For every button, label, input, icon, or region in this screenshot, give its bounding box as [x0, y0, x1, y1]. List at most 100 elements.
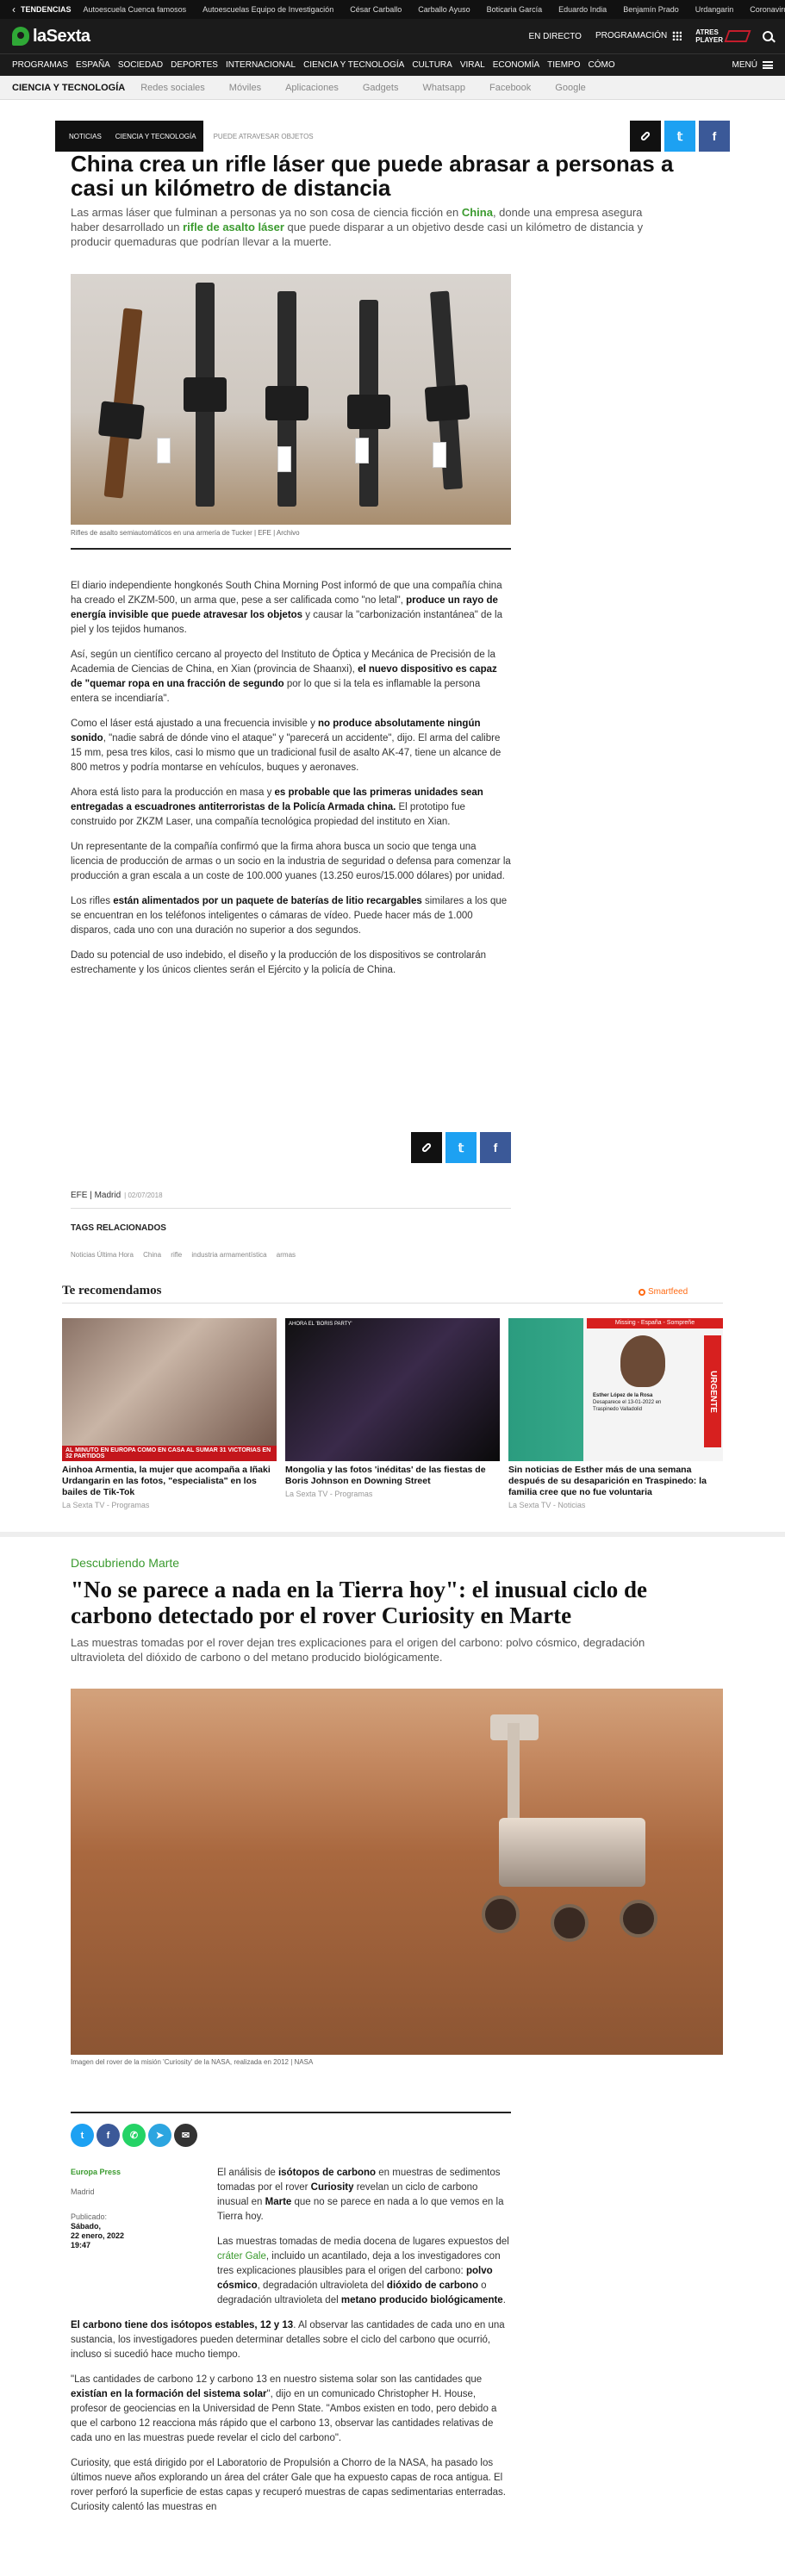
poster-header: Missing - España - Sompreñe — [587, 1318, 723, 1328]
section-item[interactable]: Gadgets — [363, 83, 399, 93]
trending-item[interactable]: César Carballo — [350, 5, 402, 14]
rover-wheel — [620, 1900, 657, 1938]
article-title: "No se parece a nada en la Tierra hoy": … — [71, 1577, 647, 1628]
twitter-share-button[interactable]: 𝕥 — [445, 1132, 477, 1163]
email-share-button[interactable]: ✉ — [174, 2124, 197, 2147]
paragraph: Así, según un científico cercano al proy… — [71, 650, 497, 704]
section-item[interactable]: Aplicaciones — [285, 83, 339, 93]
paragraph: Curiosity, que está dirigido por el Labo… — [71, 2458, 506, 2512]
facebook-share-button[interactable]: f — [699, 121, 730, 152]
category-chip[interactable]: NOTICIAS — [55, 121, 109, 152]
article-body: El diario independiente hongkonés South … — [71, 579, 511, 988]
section-item[interactable]: Whatsapp — [422, 83, 465, 93]
site-name: laSexta — [33, 26, 90, 46]
tag-link[interactable]: industria armamentística — [191, 1251, 266, 1259]
poster-text: Esther López de la Rosa Desaparece el 13-… — [593, 1393, 662, 1412]
trending-item[interactable]: Autoescuelas Equipo de Investigación — [202, 5, 333, 14]
recommend-card[interactable]: Missing - España - Sompreñe Esther López… — [508, 1318, 723, 1509]
price-tag — [277, 446, 291, 472]
facebook-share-button[interactable]: f — [480, 1132, 511, 1163]
trending-item[interactable]: Boticaria García — [487, 5, 543, 14]
tag-link[interactable]: armas — [277, 1251, 296, 1259]
related-tags-title: TAGS RELACIONADOS — [71, 1223, 166, 1233]
chevron-left-icon[interactable]: ‹ — [12, 3, 16, 16]
nav-item[interactable]: PROGRAMAS — [12, 60, 68, 70]
nav-item[interactable]: SOCIEDAD — [118, 60, 163, 70]
section-nav: CIENCIA Y TECNOLOGÍA Redes sociales Móvi… — [0, 76, 785, 100]
tag-link[interactable]: rifle — [171, 1251, 182, 1259]
nav-item[interactable]: CULTURA — [412, 60, 452, 70]
lead-link[interactable]: China — [462, 206, 493, 219]
article-image-rifles — [71, 274, 511, 525]
recommend-title: Te recomendamos — [62, 1284, 162, 1297]
hamburger-icon — [763, 61, 773, 69]
facebook-icon: f — [712, 129, 717, 143]
menu-button[interactable]: MENÚ — [732, 60, 773, 70]
rifle-shape — [184, 283, 227, 507]
smartfeed-label: Smartfeed — [648, 1287, 688, 1297]
nav-item[interactable]: INTERNACIONAL — [226, 60, 296, 70]
brand-bar: laSexta EN DIRECTO PROGRAMACIÓN ATRES PLA… — [0, 19, 785, 53]
trending-item[interactable]: Autoescuela Cuenca famosos — [84, 5, 187, 14]
twitter-share-button[interactable]: 𝕥 — [664, 121, 695, 152]
category-chip[interactable]: CIENCIA Y TECNOLOGÍA — [108, 121, 203, 152]
trending-item[interactable]: Urdangarin — [695, 5, 734, 14]
price-tag — [433, 442, 446, 468]
telegram-icon: ➤ — [155, 2131, 165, 2141]
person-photo — [620, 1335, 665, 1387]
copy-link-button[interactable] — [630, 121, 661, 152]
rover-mast — [508, 1723, 520, 1826]
nav-item[interactable]: VIRAL — [460, 60, 485, 70]
section-item[interactable]: Facebook — [489, 83, 531, 93]
section-item[interactable]: Móviles — [229, 83, 261, 93]
nav-item[interactable]: CIENCIA Y TECNOLOGÍA — [303, 60, 404, 70]
topic-chip: PUEDE ATRAVESAR OBJETOS — [213, 132, 314, 140]
nav-item[interactable]: ECONOMÍA — [493, 60, 539, 70]
nav-item[interactable]: TIEMPO — [547, 60, 580, 70]
whatsapp-share-button[interactable]: ✆ — [122, 2124, 146, 2147]
trending-item[interactable]: Carballo Ayuso — [418, 5, 470, 14]
twitter-share-button[interactable]: t — [71, 2124, 94, 2147]
atresplayer-link[interactable]: ATRES PLAYER — [695, 28, 751, 44]
article-kicker[interactable]: Descubriendo Marte — [71, 1556, 179, 1570]
section-current[interactable]: CIENCIA Y TECNOLOGÍA — [12, 83, 125, 93]
recommend-card[interactable]: AHORA EL 'BORIS PARTY' Mongolia y las fo… — [285, 1318, 500, 1498]
tag-link[interactable]: China — [143, 1251, 161, 1259]
link-icon — [639, 130, 651, 142]
atres-line1: ATRES — [695, 28, 719, 36]
recommend-source: La Sexta TV - Noticias — [508, 1501, 586, 1509]
nav-item[interactable]: CÓMO — [589, 60, 615, 70]
section-item[interactable]: Redes sociales — [140, 83, 205, 93]
section-item[interactable]: Google — [555, 83, 585, 93]
live-link[interactable]: EN DIRECTO — [528, 32, 582, 41]
nav-item[interactable]: DEPORTES — [171, 60, 218, 70]
trending-title: TENDENCIAS — [21, 5, 72, 14]
date: | 02/07/2018 — [124, 1192, 163, 1199]
article-body: El análisis de isótopos de carbono en mu… — [71, 2166, 511, 2525]
trending-item[interactable]: Eduardo India — [558, 5, 607, 14]
programming-link[interactable]: PROGRAMACIÓN — [595, 31, 682, 41]
paragraph: Ahora está listo para la producción en m… — [71, 787, 483, 827]
site-logo[interactable]: laSexta — [12, 27, 90, 47]
recommend-thumbnail: AL MINUTO EN EUROPA COMO EN CASA AL SUMA… — [62, 1318, 277, 1461]
tag-link[interactable]: Noticias Última Hora — [71, 1251, 134, 1259]
crater-link[interactable]: cráter Gale — [217, 2251, 266, 2262]
search-icon[interactable] — [763, 31, 773, 41]
link-icon — [421, 1142, 433, 1154]
twitter-icon: 𝕥 — [458, 1140, 464, 1154]
facebook-share-button[interactable]: f — [97, 2124, 120, 2147]
copy-link-button[interactable] — [411, 1132, 442, 1163]
recommend-card[interactable]: AL MINUTO EN EUROPA COMO EN CASA AL SUMA… — [62, 1318, 277, 1509]
trending-item[interactable]: Benjamín Prado — [623, 5, 679, 14]
telegram-share-button[interactable]: ➤ — [148, 2124, 171, 2147]
lead-link[interactable]: rifle de asalto láser — [183, 221, 284, 233]
facebook-icon: f — [106, 2130, 110, 2141]
rifle-shape — [265, 291, 308, 507]
share-buttons: t f ✆ ➤ ✉ — [71, 2124, 197, 2147]
paragraph: El diario independiente hongkonés South … — [71, 581, 502, 635]
rover-illustration — [447, 1714, 688, 2007]
recommend-thumbnail: Missing - España - Sompreñe Esther López… — [508, 1318, 723, 1461]
smartfeed-badge[interactable]: Smartfeed — [639, 1287, 688, 1297]
trending-item[interactable]: Coronavirus España — [750, 5, 785, 14]
nav-item[interactable]: ESPAÑA — [76, 60, 110, 70]
